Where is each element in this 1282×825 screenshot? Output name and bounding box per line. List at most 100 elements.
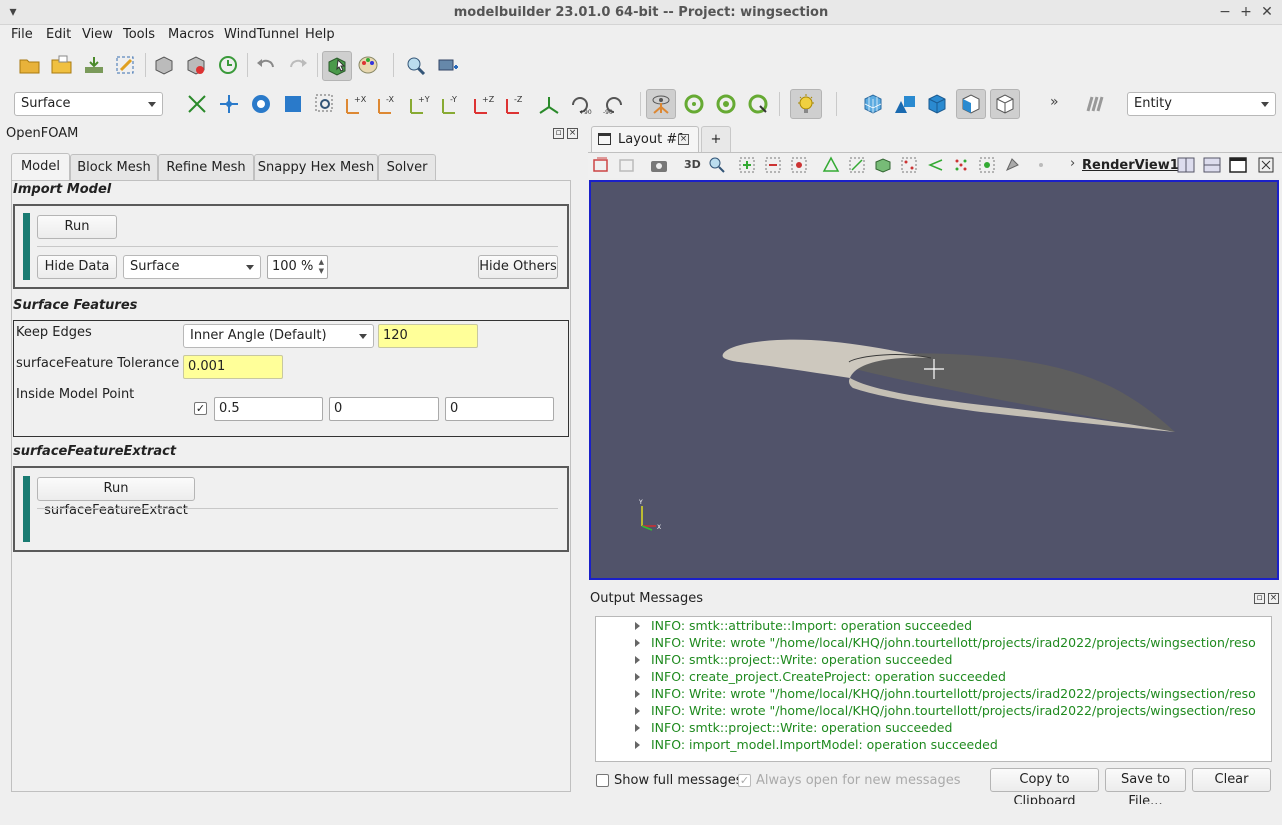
menu-edit[interactable]: Edit	[46, 27, 71, 42]
opacity-spinbox[interactable]: 100 % ▲ ▼	[267, 255, 328, 279]
show-full-messages-checkbox[interactable]	[596, 774, 609, 787]
grow-selection-icon[interactable]	[950, 153, 972, 177]
copy-to-clipboard-button[interactable]: Copy to Clipboard	[990, 768, 1099, 809]
close-panel-icon[interactable]: ×	[567, 128, 578, 139]
close-view-icon[interactable]	[1254, 153, 1278, 177]
zoom-selection-icon[interactable]	[312, 91, 338, 117]
keep-edges-angle-input[interactable]: 120	[378, 324, 478, 348]
zoom-view-icon[interactable]	[706, 153, 728, 177]
tolerance-input[interactable]: 0.001	[183, 355, 283, 379]
expand-icon[interactable]	[635, 707, 640, 715]
select-tool-icon[interactable]	[322, 51, 352, 81]
show-center-icon[interactable]	[745, 91, 771, 117]
save-icon[interactable]	[81, 52, 107, 78]
view-plus-y-icon[interactable]: +Y	[408, 91, 434, 117]
zoom-to-data-icon[interactable]	[248, 91, 274, 117]
redo-icon[interactable]	[285, 52, 311, 78]
hide-data-button[interactable]: Hide Data	[37, 255, 117, 279]
capture-reset-icon[interactable]	[590, 153, 612, 177]
tab-block-mesh[interactable]: Block Mesh	[70, 154, 158, 181]
menu-help[interactable]: Help	[305, 27, 335, 42]
shrink-selection-icon[interactable]	[976, 153, 998, 177]
reset-camera-icon[interactable]	[184, 91, 210, 117]
hover-cells-icon[interactable]	[924, 153, 946, 177]
save-to-file-button[interactable]: Save to File...	[1105, 768, 1186, 809]
import-representation-select[interactable]: Surface	[123, 255, 261, 279]
shapes-icon[interactable]	[892, 91, 918, 117]
render-view[interactable]: Y X	[589, 180, 1279, 580]
inside-point-z-input[interactable]: 0	[445, 397, 554, 421]
interactive-select-icon[interactable]	[872, 153, 894, 177]
close-model-icon[interactable]	[183, 52, 209, 78]
expand-icon[interactable]	[635, 622, 640, 630]
representation-select[interactable]: Surface	[14, 92, 163, 116]
run-surface-feature-extract-button[interactable]: Run surfaceFeatureExtract	[37, 477, 195, 518]
light-kit-icon[interactable]	[790, 89, 822, 119]
menu-windtunnel[interactable]: WindTunnel	[224, 27, 299, 42]
inside-point-y-input[interactable]: 0	[329, 397, 439, 421]
select-polygon-icon[interactable]	[820, 153, 842, 177]
surface-box-icon[interactable]	[956, 89, 986, 119]
isometric-view-icon[interactable]	[536, 91, 562, 117]
maximize-icon[interactable]: +	[1237, 3, 1255, 21]
view-minus-y-icon[interactable]: -Y	[440, 91, 466, 117]
expand-icon[interactable]	[635, 639, 640, 647]
camera-icon[interactable]	[648, 153, 670, 177]
split-horizontal-icon[interactable]	[1174, 153, 1198, 177]
zoom-box-icon[interactable]	[280, 91, 306, 117]
split-vertical-icon[interactable]	[1200, 153, 1224, 177]
view-plus-z-icon[interactable]: +Z	[472, 91, 498, 117]
clear-button[interactable]: Clear	[1192, 768, 1271, 792]
view-minus-x-icon[interactable]: -X	[376, 91, 402, 117]
export-icon[interactable]	[113, 52, 139, 78]
menu-tools[interactable]: Tools	[123, 27, 155, 42]
reset-center-icon[interactable]	[713, 91, 739, 117]
close-output-icon[interactable]: ×	[1268, 593, 1279, 604]
undo-icon[interactable]	[253, 52, 279, 78]
tab-snappy-hex-mesh[interactable]: Snappy Hex Mesh	[254, 154, 378, 181]
toggle-3d-button[interactable]: 3D	[684, 158, 701, 171]
menu-macros[interactable]: Macros	[168, 27, 214, 42]
clear-selection-icon[interactable]	[1002, 153, 1024, 177]
pick-center-icon[interactable]	[681, 91, 707, 117]
add-layout-tab[interactable]: +	[701, 126, 731, 152]
view-minus-z-icon[interactable]: -Z	[504, 91, 530, 117]
float-output-icon[interactable]: ▫	[1254, 593, 1265, 604]
close-layout-icon[interactable]: ×	[678, 134, 689, 145]
view-toolbar-overflow-icon[interactable]: ›	[1070, 156, 1075, 171]
menu-view[interactable]: View	[82, 27, 113, 42]
color-palette-icon[interactable]	[356, 52, 382, 78]
selection-type-select[interactable]: Entity	[1127, 92, 1276, 116]
expand-icon[interactable]	[635, 741, 640, 749]
inside-point-checkbox[interactable]: ✓	[194, 402, 207, 415]
solid-box-icon[interactable]	[924, 91, 950, 117]
outline-box-icon[interactable]	[990, 89, 1020, 119]
expand-icon[interactable]	[635, 673, 640, 681]
float-panel-icon[interactable]: ▫	[553, 128, 564, 139]
wireframe-icon[interactable]	[860, 91, 886, 117]
run-button[interactable]: Run	[37, 215, 117, 239]
render-canvas[interactable]: Y X	[591, 182, 1277, 578]
open-project-icon[interactable]	[49, 52, 75, 78]
render-view-label[interactable]: RenderView1	[1082, 158, 1179, 173]
hide-others-button[interactable]: Hide Others	[478, 255, 558, 279]
inside-point-x-input[interactable]: 0.5	[214, 397, 323, 421]
expand-icon[interactable]	[635, 690, 640, 698]
find-data-icon[interactable]	[403, 52, 429, 78]
open-folder-icon[interactable]	[17, 52, 43, 78]
tab-solver[interactable]: Solver	[378, 154, 436, 181]
close-icon[interactable]: ✕	[1258, 3, 1276, 21]
interaction-mode-icon[interactable]	[646, 89, 676, 119]
select-cells-on-icon[interactable]	[736, 153, 758, 177]
rotate-plus-90-icon[interactable]: +90	[568, 91, 594, 117]
select-points-on-icon[interactable]	[762, 153, 784, 177]
reset-session-icon[interactable]	[215, 52, 241, 78]
keep-edges-select[interactable]: Inner Angle (Default)	[183, 324, 374, 348]
tab-layout-1[interactable]: Layout #1 ×	[591, 126, 699, 152]
minimize-icon[interactable]: −	[1216, 3, 1234, 21]
maximize-view-icon[interactable]	[1226, 153, 1250, 177]
camera-add-icon[interactable]	[435, 52, 461, 78]
menu-file[interactable]: File	[11, 27, 33, 42]
rotate-minus-90-icon[interactable]: -90	[600, 91, 626, 117]
view-plus-x-icon[interactable]: +X	[344, 91, 370, 117]
